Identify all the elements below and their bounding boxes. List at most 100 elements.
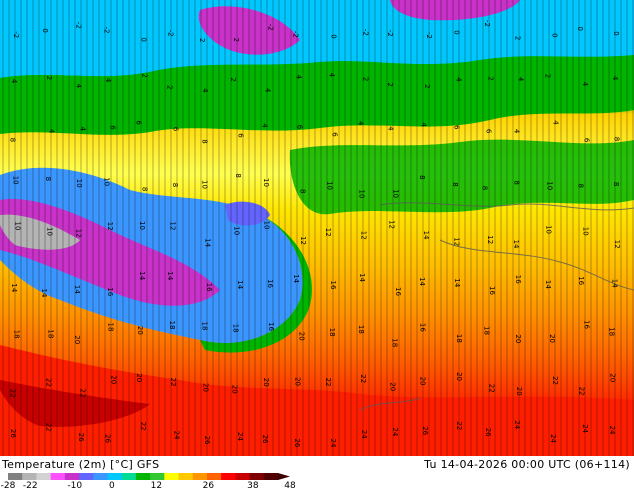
isotherm-label: 2 [486,76,494,80]
isotherm-label: 0 [576,27,584,31]
isotherm-label: 16 [577,276,585,285]
isotherm-label: 4 [47,129,55,134]
isotherm-label: 22 [79,389,87,398]
isotherm-label: 0 [551,33,559,37]
colorbar-segment [8,473,23,480]
isotherm-label: -2 [75,22,83,29]
isotherm-label: 8 [141,187,149,191]
isotherm-label: 10 [138,221,146,230]
colorbar-segment [164,473,180,480]
colorbar-segment [221,473,236,480]
isotherm-label: 8 [44,177,52,181]
isotherm-label: 8 [171,183,179,187]
isotherm-label: 2 [362,77,370,81]
model-name: GFS [136,458,160,471]
isotherm-label: 14 [138,271,146,280]
isotherm-label: 12 [299,236,307,245]
isotherm-label: 4 [261,123,269,128]
isotherm-label: 4 [74,84,82,89]
isotherm-label: 12 [324,228,332,237]
colorbar-segment [192,473,208,480]
colorbar-segment [79,473,94,480]
isotherm-label: 2 [141,73,149,77]
isotherm-label: 22 [359,374,367,383]
isotherm-label: 10 [262,178,270,187]
isotherm-label: 2 [198,38,206,42]
isotherm-label: 4 [611,76,619,81]
isotherm-label: 8 [234,173,242,177]
isotherm-label: 26 [261,435,269,444]
isotherm-label: 20 [514,334,522,343]
isotherm-label: 12 [486,235,494,244]
isotherm-label: 20 [515,387,523,396]
isotherm-label: 22 [551,376,559,385]
isotherm-label: 2 [423,84,431,88]
isotherm-label: 2 [45,76,53,80]
isotherm-label: 10 [357,190,365,199]
colorbar-segment [235,473,251,480]
isotherm-label: -2 [292,31,300,38]
isotherm-label: 20 [548,334,556,343]
isotherm-label: 6 [295,125,303,130]
colorbar-segment [178,473,194,480]
isotherm-label: 26 [77,433,85,442]
isotherm-label: 14 [203,238,211,247]
isotherm-label: 2 [513,36,521,40]
isotherm-label: 16 [106,287,114,296]
isotherm-label: 26 [203,436,211,445]
isotherm-label: 16 [329,281,337,290]
isotherm-label: 14 [512,240,520,249]
isotherm-label: 14 [10,283,18,292]
isotherm-label: 4 [517,77,525,82]
isotherm-label: 10 [545,225,553,234]
isotherm-label: 4 [552,120,560,125]
isotherm-label: 8 [201,139,209,143]
isotherm-label: 4 [79,127,87,132]
temperature-map[interactable]: -2 4 8 10 10 14 18 22 26 0 2 4 8 10 14 18 22 22 -2 4 4 10 12 14… [0,0,634,456]
isotherm-label: 6 [583,138,591,143]
colorbar-segment [263,473,279,480]
isotherm-label: 18 [455,334,463,343]
isotherm-label: 16 [267,322,275,331]
isotherm-label: 20 [201,383,209,392]
isotherm-label: 6 [236,133,244,138]
isotherm-label: 2 [229,77,237,81]
temperature-colorbar [8,473,290,480]
isotherm-label: 4 [201,88,209,93]
colorbar-segment [249,473,265,480]
isotherm-label: 26 [293,438,301,447]
isotherm-label: 8 [513,180,521,184]
isotherm-contours [0,0,634,456]
isotherm-label: 14 [40,289,48,298]
isotherm-label: 14 [422,231,430,240]
isotherm-label: 20 [418,377,426,386]
isotherm-label: 16 [488,286,496,295]
variable-title: Temperature (2m) [°C] [2,458,134,471]
isotherm-label: 4 [356,121,364,126]
isotherm-label: 4 [454,77,462,82]
isotherm-label: 18 [328,328,336,337]
isotherm-label: 6 [171,127,179,132]
isotherm-label: 14 [453,278,461,287]
isotherm-label: 8 [451,182,459,186]
isotherm-label: 2 [166,85,174,89]
isotherm-label: 12 [359,231,367,240]
isotherm-label: 10 [46,227,54,236]
isotherm-label: 20 [73,335,81,344]
isotherm-label: 26 [421,426,429,435]
isotherm-label: 26 [484,428,492,437]
isotherm-label: 24 [549,434,557,443]
isotherm-label: 2 [544,74,552,78]
isotherm-label: 18 [482,326,490,335]
isotherm-label: 0 [139,37,147,41]
isotherm-label: 4 [263,88,271,93]
isotherm-label: 20 [110,375,118,384]
isotherm-label: -2 [425,32,433,39]
isotherm-label: 22 [8,389,16,398]
isotherm-label: 20 [294,377,302,386]
isotherm-label: 24 [329,439,337,448]
colorbar-segment [107,473,123,480]
isotherm-label: 6 [485,129,493,134]
isotherm-label: 24 [173,431,181,440]
isotherm-label: 16 [583,320,591,329]
